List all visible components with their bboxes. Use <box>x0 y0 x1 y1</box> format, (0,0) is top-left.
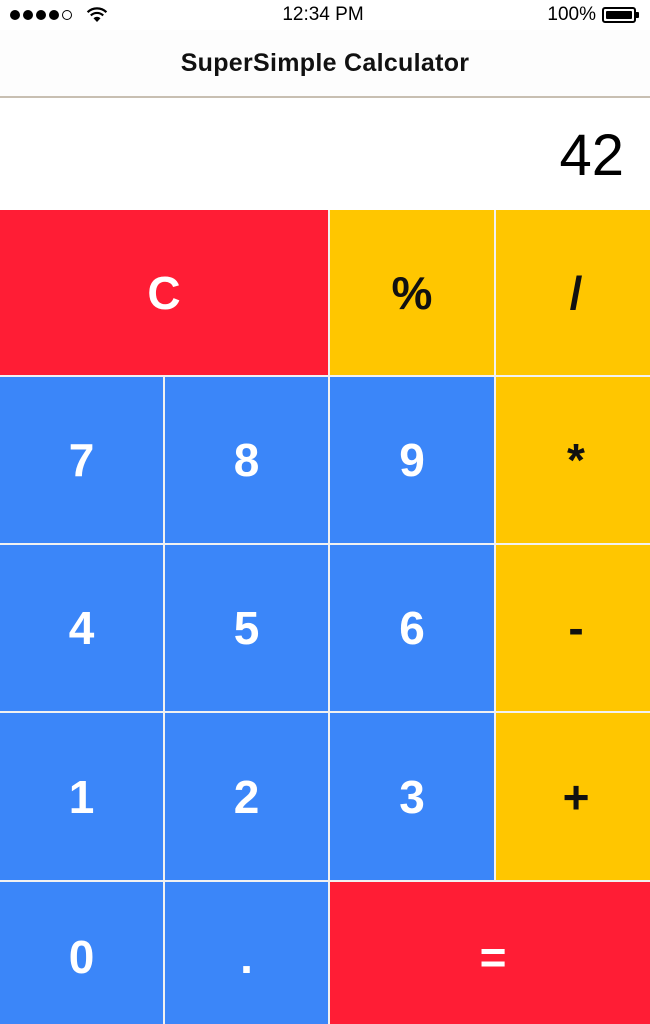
digit-0-button[interactable]: 0 <box>0 882 163 1024</box>
signal-dot <box>10 10 20 20</box>
divide-button[interactable]: / <box>496 210 650 375</box>
navigation-bar: SuperSimple Calculator <box>0 30 650 98</box>
decimal-button[interactable]: . <box>165 882 328 1024</box>
status-left <box>10 7 210 23</box>
minus-button[interactable]: - <box>496 545 650 711</box>
digit-2-button[interactable]: 2 <box>165 713 328 880</box>
status-bar: 12:34 PM 100% <box>0 0 650 30</box>
digit-8-button[interactable]: 8 <box>165 377 328 543</box>
signal-dot-empty <box>62 10 72 20</box>
digit-1-button[interactable]: 1 <box>0 713 163 880</box>
digit-7-button[interactable]: 7 <box>0 377 163 543</box>
equals-button[interactable]: = <box>330 882 650 1024</box>
signal-dot <box>49 10 59 20</box>
battery-percentage: 100% <box>547 4 596 25</box>
display-value: 42 <box>559 122 624 188</box>
clear-button[interactable]: C <box>0 210 328 375</box>
keypad: C % / 7 8 9 * 4 5 6 - 1 2 3 + 0 . = <box>0 210 650 1024</box>
battery-icon <box>602 7 639 23</box>
battery-fill <box>606 11 632 19</box>
wifi-icon <box>86 7 108 22</box>
digit-6-button[interactable]: 6 <box>330 545 494 711</box>
status-right: 100% <box>436 4 639 26</box>
status-time: 12:34 PM <box>282 4 364 25</box>
signal-dot <box>36 10 46 20</box>
calculator-screen: 12:34 PM 100% SuperSimple Calculator 42 … <box>0 0 650 1024</box>
multiply-button[interactable]: * <box>496 377 650 543</box>
page-title: SuperSimple Calculator <box>180 48 470 77</box>
plus-button[interactable]: + <box>496 713 650 880</box>
signal-dot <box>23 10 33 20</box>
digit-5-button[interactable]: 5 <box>165 545 328 711</box>
digit-4-button[interactable]: 4 <box>0 545 163 711</box>
digit-9-button[interactable]: 9 <box>330 377 494 543</box>
digit-3-button[interactable]: 3 <box>330 713 494 880</box>
percent-button[interactable]: % <box>330 210 494 375</box>
result-display: 42 <box>0 100 650 210</box>
cellular-signal-icon <box>10 10 72 20</box>
